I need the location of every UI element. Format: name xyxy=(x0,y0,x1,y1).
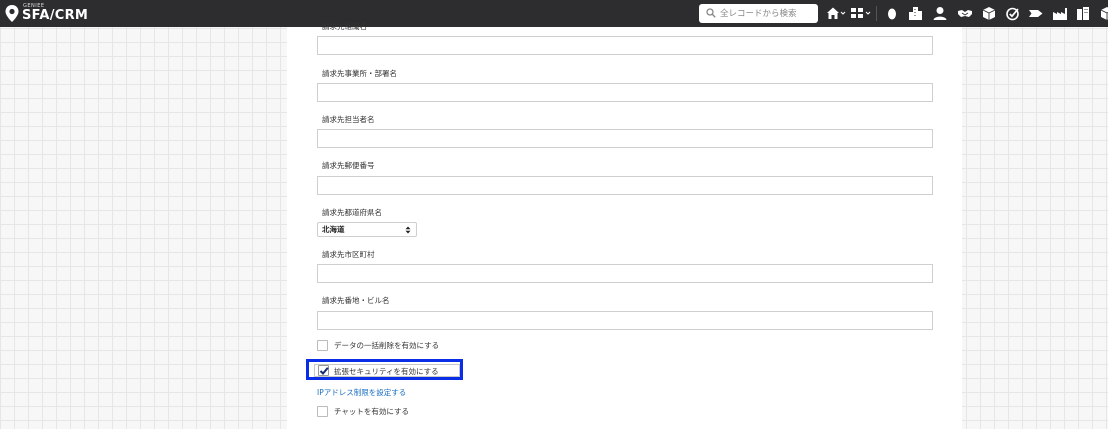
billing-address-input[interactable] xyxy=(317,311,933,330)
field-label-billing-address: 請求先番地・ビル名 xyxy=(322,296,390,305)
field-label-billing-postal: 請求先郵便番号 xyxy=(322,161,375,170)
box-icon[interactable] xyxy=(981,6,997,21)
extended-security-option[interactable]: 拡張セキュリティを有効にする xyxy=(314,364,460,377)
prefecture-selected-value: 北海道 xyxy=(322,225,345,234)
global-search[interactable] xyxy=(699,4,818,23)
billing-contact-input[interactable] xyxy=(317,129,933,148)
ip-restriction-link[interactable]: IPアドレス制限を設定する xyxy=(317,387,406,398)
search-input[interactable] xyxy=(720,6,814,21)
extended-security-highlight: 拡張セキュリティを有効にする xyxy=(306,359,463,380)
nav-divider xyxy=(876,6,877,21)
billing-dept-input[interactable] xyxy=(317,83,933,102)
factory-icon[interactable] xyxy=(1052,6,1068,21)
checkmark-icon xyxy=(319,367,329,375)
chat-label: チャットを有効にする xyxy=(334,407,409,416)
top-navbar: GENIEE SFA/CRM xyxy=(0,0,1108,27)
egg-icon[interactable] xyxy=(885,6,899,21)
box-icon[interactable] xyxy=(1099,6,1108,21)
field-label-billing-contact: 請求先担当者名 xyxy=(322,115,375,124)
person-icon[interactable] xyxy=(932,6,948,21)
field-label-billing-dept: 請求先事業所・部署名 xyxy=(322,69,397,78)
chat-checkbox[interactable] xyxy=(317,406,328,417)
field-label-billing-prefecture: 請求先都道府県名 xyxy=(322,208,382,217)
buildings-icon[interactable] xyxy=(1075,6,1091,21)
home-icon[interactable] xyxy=(826,6,846,21)
bulk-delete-checkbox[interactable] xyxy=(317,340,328,351)
map-pin-icon xyxy=(5,5,19,22)
logo-title: SFA/CRM xyxy=(22,8,89,23)
billing-postal-input[interactable] xyxy=(317,176,933,195)
billing-city-input[interactable] xyxy=(317,264,933,283)
search-icon xyxy=(706,8,716,18)
building-icon[interactable] xyxy=(908,6,924,21)
handshake-icon[interactable] xyxy=(957,6,973,21)
check-circle-icon[interactable] xyxy=(1005,6,1021,21)
billing-org-input[interactable] xyxy=(317,36,933,55)
field-label-billing-org: 請求先組織名 xyxy=(322,22,367,31)
apps-grid-icon[interactable] xyxy=(850,6,872,21)
extended-security-label: 拡張セキュリティを有効にする xyxy=(334,367,439,376)
bulk-delete-label: データの一括削除を有効にする xyxy=(334,341,440,350)
extended-security-checkbox[interactable] xyxy=(318,365,329,376)
prefecture-select[interactable]: 北海道 xyxy=(317,222,417,237)
select-arrows-icon xyxy=(405,226,411,234)
tag-icon[interactable] xyxy=(1028,6,1044,21)
field-label-billing-city: 請求先市区町村 xyxy=(322,250,375,259)
